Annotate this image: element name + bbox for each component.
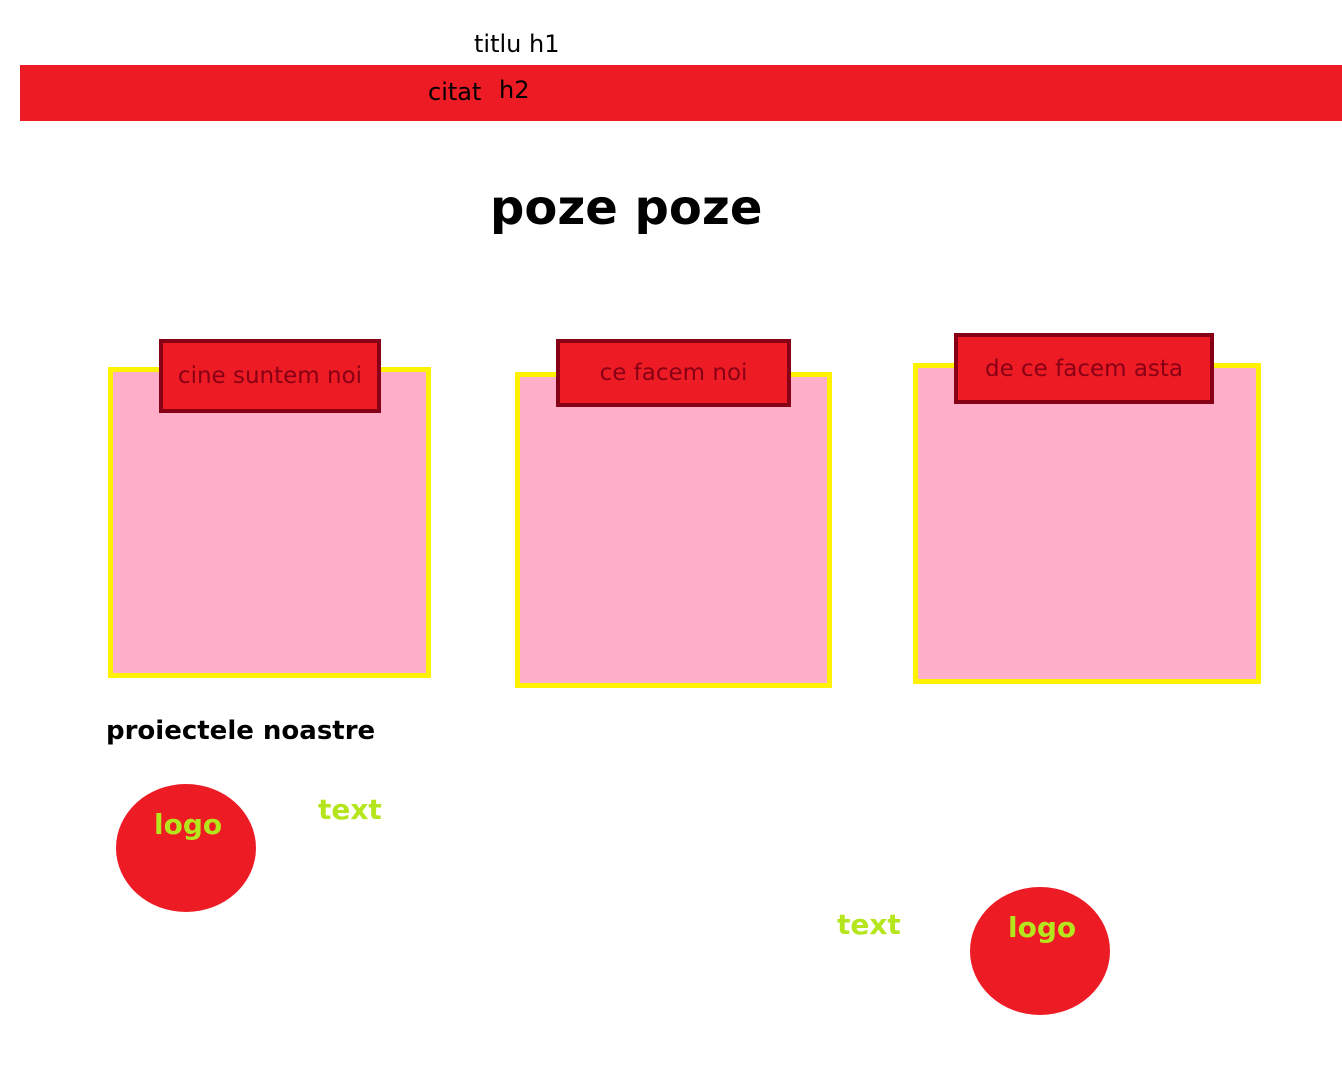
project-logo-2-label: logo bbox=[1008, 911, 1077, 944]
project-logo-1[interactable] bbox=[116, 784, 256, 912]
card-who-we-are[interactable] bbox=[108, 367, 431, 678]
project-text-1: text bbox=[318, 793, 382, 826]
card-what-we-do[interactable] bbox=[515, 372, 832, 688]
page-title-h1: titlu h1 bbox=[474, 30, 560, 58]
projects-heading: proiectele noastre bbox=[106, 716, 376, 746]
project-text-2: text bbox=[837, 908, 901, 941]
project-logo-1-label: logo bbox=[154, 808, 223, 841]
card-label-who-we-are[interactable]: cine suntem noi bbox=[159, 339, 381, 413]
gallery-heading: poze poze bbox=[490, 180, 763, 236]
card-label-why-we-do-it[interactable]: de ce facem asta bbox=[954, 333, 1214, 404]
quote-text: citat bbox=[428, 78, 482, 106]
card-label-what-we-do[interactable]: ce facem noi bbox=[556, 339, 791, 407]
quote-banner bbox=[20, 65, 1342, 121]
card-why-we-do-it[interactable] bbox=[913, 363, 1261, 684]
quote-h2-label: h2 bbox=[499, 76, 530, 104]
project-logo-2[interactable] bbox=[970, 887, 1110, 1015]
